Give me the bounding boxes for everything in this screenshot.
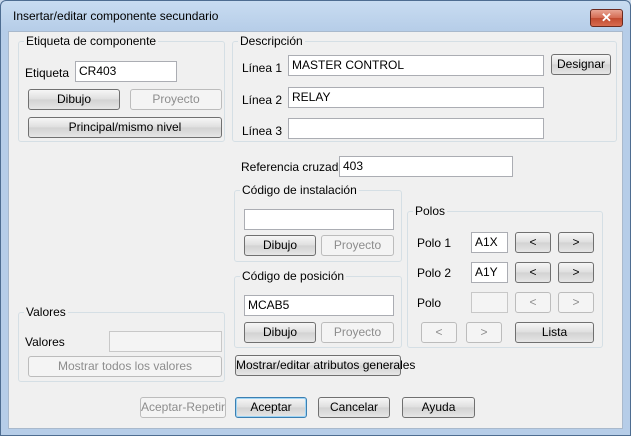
valores-input[interactable] bbox=[109, 331, 222, 352]
polo-1-label: Polo 1 bbox=[417, 236, 452, 250]
etiqueta-label: Etiqueta bbox=[25, 66, 70, 80]
polo-1-input[interactable]: A1X bbox=[471, 232, 508, 253]
descripcion-group: Descripción Línea 1 MASTER CONTROL Desig… bbox=[232, 34, 617, 142]
polo-1-next-button[interactable]: > bbox=[558, 232, 594, 253]
descripcion-group-title: Descripción bbox=[238, 34, 305, 48]
instalacion-input[interactable] bbox=[244, 209, 394, 230]
referencia-cruzada-input[interactable]: 403 bbox=[339, 156, 513, 177]
polo-2-label: Polo 2 bbox=[417, 266, 452, 280]
polos-next-button[interactable]: > bbox=[466, 322, 502, 343]
mostrar-editar-atributos-button[interactable]: Mostrar/editar atributos generales bbox=[235, 355, 415, 376]
window-title: Insertar/editar componente secundario bbox=[13, 9, 219, 23]
valores-group-title: Valores bbox=[24, 305, 68, 319]
instalacion-group: Código de instalación Dibujo Proyecto bbox=[234, 183, 402, 262]
posicion-proyecto-button[interactable]: Proyecto bbox=[321, 322, 394, 343]
aceptar-button[interactable]: Aceptar bbox=[235, 397, 307, 418]
posicion-group: Código de posición MCAB5 Dibujo Proyecto bbox=[234, 269, 402, 348]
ayuda-button[interactable]: Ayuda bbox=[402, 397, 475, 418]
polo-2-input[interactable]: A1Y bbox=[471, 262, 508, 283]
dialog-body: Etiqueta de componente Etiqueta CR403 Di… bbox=[8, 31, 623, 429]
referencia-cruzada-label: Referencia cruzada bbox=[241, 160, 346, 174]
aceptar-repetir-button[interactable]: Aceptar-Repetir bbox=[140, 397, 226, 418]
polos-group: Polos Polo 1 A1X < > Polo 2 A1Y < > Polo… bbox=[407, 204, 603, 348]
posicion-group-title: Código de posición bbox=[240, 269, 347, 283]
valores-label: Valores bbox=[25, 335, 65, 349]
linea-3-input[interactable] bbox=[288, 118, 544, 139]
polos-prev-button[interactable]: < bbox=[421, 322, 457, 343]
polo-2-prev-button[interactable]: < bbox=[515, 262, 551, 283]
principal-mismo-nivel-button[interactable]: Principal/mismo nivel bbox=[28, 117, 222, 138]
etiqueta-input[interactable]: CR403 bbox=[75, 61, 177, 82]
etiqueta-group: Etiqueta de componente Etiqueta CR403 Di… bbox=[18, 34, 225, 142]
lista-button[interactable]: Lista bbox=[515, 322, 594, 343]
polo-input[interactable] bbox=[471, 292, 508, 313]
valores-group: Valores Valores Mostrar todos los valore… bbox=[18, 305, 225, 382]
polo-label: Polo bbox=[417, 296, 442, 310]
etiqueta-group-title: Etiqueta de componente bbox=[24, 34, 159, 48]
linea-3-label: Línea 3 bbox=[242, 124, 283, 138]
polo-1-prev-button[interactable]: < bbox=[515, 232, 551, 253]
polo-next-button[interactable]: > bbox=[558, 292, 594, 313]
posicion-input[interactable]: MCAB5 bbox=[244, 295, 394, 316]
instalacion-dibujo-button[interactable]: Dibujo bbox=[244, 235, 316, 256]
close-icon: ✕ bbox=[601, 10, 612, 25]
linea-1-input[interactable]: MASTER CONTROL bbox=[288, 55, 544, 76]
etiqueta-dibujo-button[interactable]: Dibujo bbox=[28, 89, 120, 110]
etiqueta-proyecto-button[interactable]: Proyecto bbox=[130, 89, 222, 110]
title-bar[interactable]: Insertar/editar componente secundario ✕ bbox=[1, 1, 630, 31]
cancelar-button[interactable]: Cancelar bbox=[318, 397, 390, 418]
linea-2-input[interactable]: RELAY bbox=[288, 87, 544, 108]
close-button[interactable]: ✕ bbox=[590, 9, 623, 27]
designar-button[interactable]: Designar bbox=[551, 54, 611, 75]
instalacion-group-title: Código de instalación bbox=[240, 183, 359, 197]
instalacion-proyecto-button[interactable]: Proyecto bbox=[321, 235, 394, 256]
dialog-window: Insertar/editar componente secundario ✕ … bbox=[0, 0, 631, 436]
posicion-dibujo-button[interactable]: Dibujo bbox=[244, 322, 316, 343]
linea-2-label: Línea 2 bbox=[242, 93, 283, 107]
linea-1-label: Línea 1 bbox=[242, 61, 283, 75]
polo-2-next-button[interactable]: > bbox=[558, 262, 594, 283]
polos-group-title: Polos bbox=[413, 204, 448, 218]
mostrar-todos-valores-button[interactable]: Mostrar todos los valores bbox=[28, 356, 222, 377]
polo-prev-button[interactable]: < bbox=[515, 292, 551, 313]
